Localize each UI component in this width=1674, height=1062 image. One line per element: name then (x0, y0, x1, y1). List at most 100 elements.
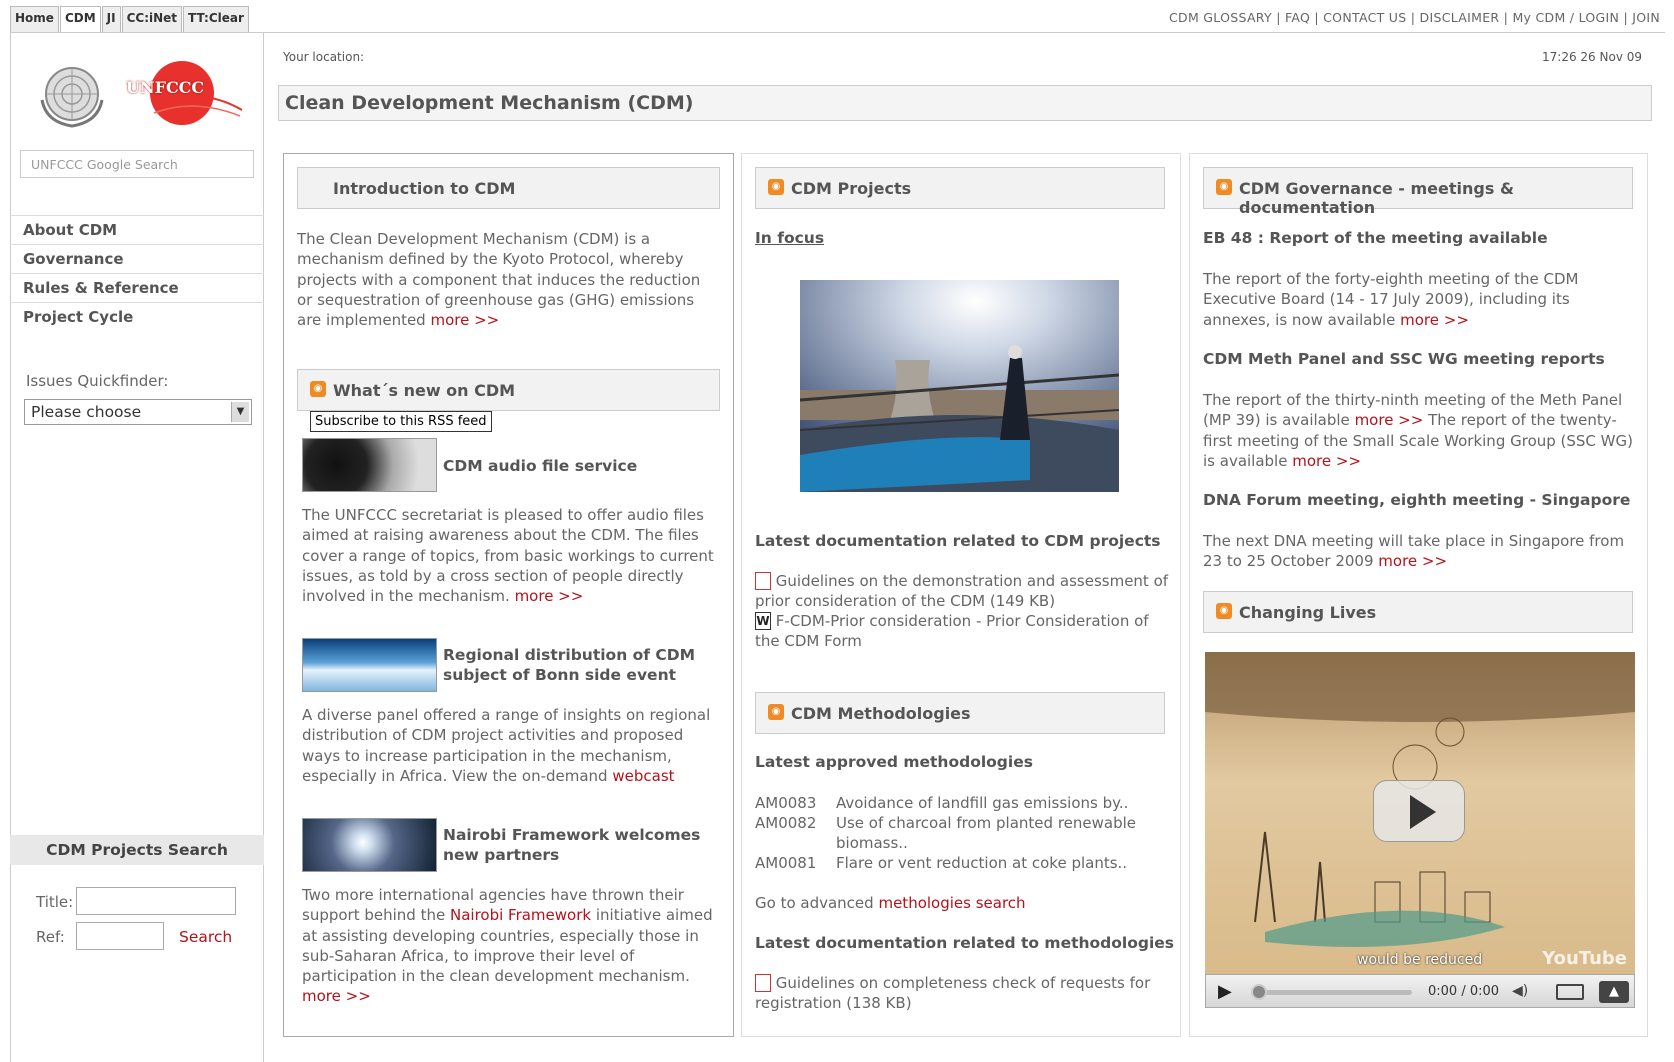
meth-code: AM0083 (755, 794, 817, 812)
meth-link[interactable]: Flare or vent reduction at coke plants.. (836, 853, 1146, 873)
top-tabs: Home CDM JI CC:iNet TT:Clear (10, 6, 250, 33)
fullscreen-icon[interactable]: ▲ (1599, 981, 1629, 1003)
rss-icon[interactable]: ◉ (1216, 603, 1232, 619)
news-text-audio: The UNFCCC secretariat is pleased to off… (302, 505, 714, 606)
news-body-audio: The UNFCCC secretariat is pleased to off… (302, 506, 714, 606)
intro-more-link[interactable]: more >> (430, 311, 499, 329)
title-input[interactable] (76, 887, 236, 915)
eb48-title[interactable]: EB 48 : Report of the meeting available (1203, 229, 1548, 247)
volume-icon[interactable]: ◀) (1512, 983, 1528, 999)
seek-handle[interactable] (1251, 984, 1267, 1000)
rss-icon[interactable]: ◉ (768, 704, 784, 720)
meth-panel-more-link[interactable]: more >> (1355, 411, 1424, 429)
meth-code: AM0081 (755, 854, 817, 872)
rss-tooltip: Subscribe to this RSS feed (310, 411, 492, 432)
meth-code: AM0082 (755, 814, 817, 832)
sidebar-item-rules-reference[interactable]: Rules & Reference (10, 273, 264, 302)
whatsnew-heading-text: What´s new on CDM (333, 381, 516, 400)
video-time: 0:00 / 0:00 (1428, 984, 1500, 999)
sun-thumbnail[interactable] (302, 818, 437, 872)
eb48-text: The report of the forty-eighth meeting o… (1203, 269, 1633, 330)
play-overlay-icon[interactable] (1373, 780, 1465, 842)
latest-meth-heading: Latest approved methodologies (755, 753, 1033, 771)
chevron-down-icon[interactable]: ▼ (231, 402, 249, 422)
google-search-input[interactable]: UNFCCC Google Search (20, 150, 254, 178)
nairobi-framework-link[interactable]: Nairobi Framework (450, 906, 591, 924)
unfccc-logo[interactable]: UNFCCC (124, 58, 244, 128)
meth-docs-heading: Latest documentation related to methodol… (755, 934, 1175, 952)
governance-heading: ◉ CDM Governance - meetings & documentat… (1203, 167, 1633, 217)
pdf-icon (755, 974, 771, 992)
size-toggle-icon[interactable] (1556, 984, 1584, 1000)
dna-forum-title[interactable]: DNA Forum meeting, eighth meeting - Sing… (1203, 491, 1630, 509)
ssc-more-link[interactable]: more >> (1292, 452, 1361, 470)
top-links[interactable]: CDM GLOSSARY | FAQ | CONTACT US | DISCLA… (1169, 10, 1660, 25)
quickfinder-value: Please choose (31, 403, 142, 421)
projects-heading: ◉ CDM Projects (755, 167, 1165, 209)
rss-icon[interactable]: ◉ (1216, 179, 1232, 195)
doc-item-form[interactable]: W F-CDM-Prior consideration - Prior Cons… (755, 611, 1170, 652)
news-title-audio[interactable]: CDM audio file service (443, 457, 713, 475)
sidebar-item-project-cycle[interactable]: Project Cycle (10, 302, 264, 331)
tab-home[interactable]: Home (10, 6, 59, 33)
intro-heading: Introduction to CDM (297, 167, 720, 209)
meth-link[interactable]: Use of charcoal from planted renewable b… (836, 813, 1146, 854)
news-title-regional[interactable]: Regional distribution of CDM subject of … (443, 645, 713, 685)
ref-label: Ref: (36, 928, 65, 946)
page-title: Clean Development Mechanism (CDM) (278, 85, 1652, 121)
pdf-icon (755, 572, 771, 590)
whatsnew-heading: ◉ What´s new on CDM (297, 369, 720, 411)
play-icon[interactable]: ▶ (1218, 981, 1232, 1002)
meth-link[interactable]: Avoidance of landfill gas emissions by.. (836, 793, 1146, 813)
webcast-link[interactable]: webcast (612, 767, 674, 785)
sidebar-item-governance[interactable]: Governance (10, 244, 264, 273)
video-player[interactable]: would be reduced YouTube (1205, 652, 1635, 974)
doc-guidelines-text: Guidelines on the demonstration and asse… (755, 572, 1169, 611)
goto-advanced: Go to advanced methologies search (755, 893, 1026, 913)
quickfinder-label: Issues Quickfinder: (26, 372, 169, 390)
projects-search-heading: CDM Projects Search (10, 835, 264, 865)
sidebar-item-about-cdm[interactable]: About CDM (10, 215, 264, 244)
unfccc-logo-text: UNFCCC (126, 78, 205, 97)
tab-cdm[interactable]: CDM (59, 6, 101, 33)
meth-panel-title[interactable]: CDM Meth Panel and SSC WG meeting report… (1203, 350, 1605, 368)
goto-text: Go to advanced (755, 894, 874, 912)
doc-form-text: F-CDM-Prior consideration - Prior Consid… (755, 612, 1149, 651)
rss-icon[interactable]: ◉ (768, 179, 784, 195)
latest-docs-heading: Latest documentation related to CDM proj… (755, 532, 1161, 550)
tab-tt-clear[interactable]: TT:Clear (183, 6, 249, 33)
projects-heading-text: CDM Projects (791, 179, 912, 198)
breadcrumb: Your location: (283, 50, 365, 64)
intro-heading-text: Introduction to CDM (333, 179, 516, 198)
quickfinder-select[interactable]: Please choose ▼ (24, 399, 252, 425)
ref-input[interactable] (76, 922, 164, 950)
tab-cc-inet[interactable]: CC:iNet (121, 6, 183, 33)
rss-icon[interactable]: ◉ (310, 381, 326, 397)
methodologies-heading: ◉ CDM Methodologies (755, 692, 1165, 734)
dna-more-link[interactable]: more >> (1378, 552, 1447, 570)
search-button[interactable]: Search (179, 928, 232, 946)
changing-lives-heading: ◉ Changing Lives (1203, 591, 1633, 633)
video-controls: ▶ 0:00 / 0:00 ◀) ▲ (1205, 974, 1635, 1008)
tab-ji[interactable]: JI (101, 6, 121, 33)
eb48-more-link[interactable]: more >> (1400, 311, 1469, 329)
methodologies-search-link[interactable]: methologies search (878, 894, 1025, 912)
news-title-nairobi[interactable]: Nairobi Framework welcomes new partners (443, 825, 718, 865)
youtube-logo: YouTube (1542, 948, 1627, 969)
meth-doc-item[interactable]: Guidelines on completeness check of requ… (755, 973, 1165, 1014)
word-doc-icon: W (755, 612, 771, 630)
video-caption: would be reduced (1357, 952, 1483, 968)
seek-bar[interactable] (1254, 990, 1412, 995)
doc-item-guidelines[interactable]: Guidelines on the demonstration and asse… (755, 571, 1170, 612)
timestamp: 17:26 26 Nov 09 (1542, 50, 1642, 64)
title-label: Title: (36, 893, 74, 911)
nairobi-more-link[interactable]: more >> (302, 987, 371, 1005)
glacier-thumbnail[interactable] (302, 638, 437, 692)
in-focus-photo[interactable] (800, 280, 1119, 492)
methodologies-heading-text: CDM Methodologies (791, 704, 971, 723)
audio-more-link[interactable]: more >> (515, 587, 584, 605)
dna-forum-text: The next DNA meeting will take place in … (1203, 531, 1638, 572)
audio-thumbnail[interactable] (302, 438, 437, 492)
news-text-nairobi: Two more international agencies have thr… (302, 885, 722, 1007)
in-focus-link[interactable]: In focus (755, 229, 824, 247)
